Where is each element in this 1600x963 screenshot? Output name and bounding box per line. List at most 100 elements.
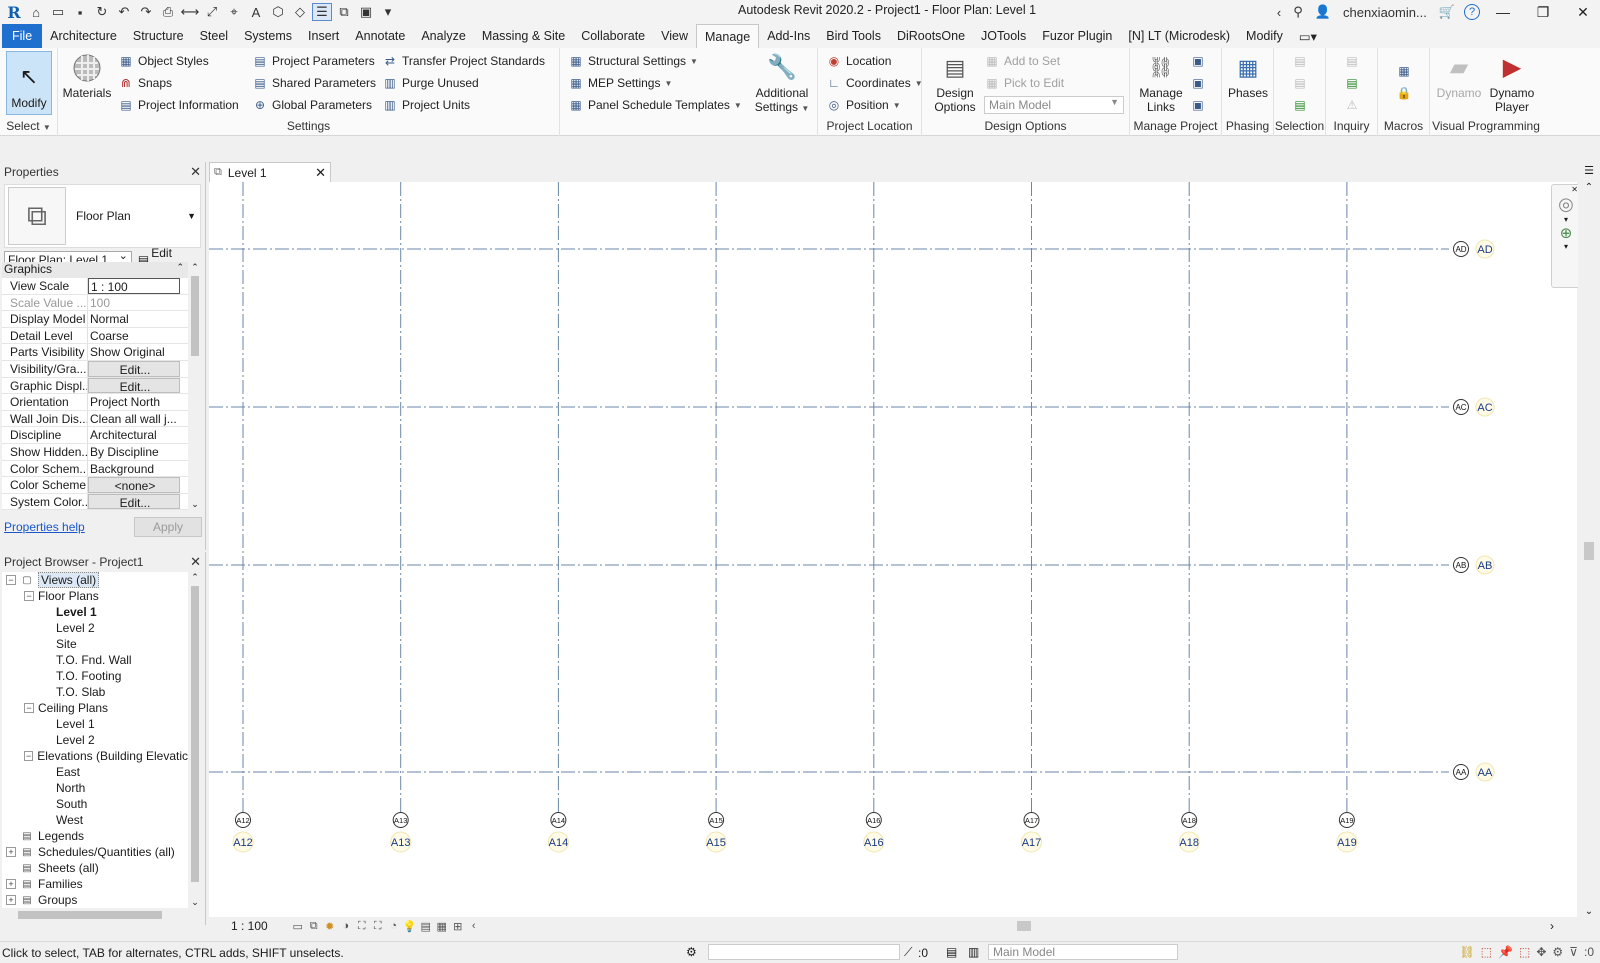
close-window-button[interactable]: ✕ bbox=[1566, 4, 1600, 21]
tree-node[interactable]: Level 1 bbox=[2, 604, 188, 620]
tab-n-lt-microdesk[interactable]: [N] LT (Microdesk) bbox=[1120, 24, 1238, 48]
tree-node[interactable]: − ▢ Views (all) bbox=[2, 572, 188, 588]
revit-logo[interactable]: R bbox=[4, 3, 24, 22]
collapse-icon[interactable]: − bbox=[24, 703, 34, 713]
expand-icon[interactable]: + bbox=[6, 879, 16, 889]
close-properties-icon[interactable]: ✕ bbox=[190, 164, 201, 180]
manage-images-button[interactable]: ▣ bbox=[1190, 52, 1206, 70]
tab-massing-site[interactable]: Massing & Site bbox=[474, 24, 573, 48]
modify-button[interactable]: ↖ Modify bbox=[6, 51, 52, 115]
select-by-face-icon[interactable]: ⬚ bbox=[1519, 945, 1530, 959]
tree-node[interactable]: West bbox=[2, 812, 188, 828]
mep-settings-button[interactable]: ▦ MEP Settings ▼ bbox=[568, 74, 672, 92]
highlight-displacement-icon[interactable]: ⊞ bbox=[450, 920, 466, 933]
project-information-button[interactable]: ▤ Project Information bbox=[118, 96, 238, 114]
select-underlay-icon[interactable]: ⬚ bbox=[1481, 945, 1492, 959]
ids-of-selection-button[interactable]: ▤ bbox=[1344, 52, 1360, 70]
measure-icon[interactable]: ⟷ bbox=[180, 3, 200, 21]
grid-tag-label[interactable]: A12 bbox=[233, 837, 253, 849]
tree-node[interactable]: − Ceiling Plans bbox=[2, 700, 188, 716]
cart-icon[interactable]: 🛒 bbox=[1436, 4, 1458, 20]
properties-help-link[interactable]: Properties help bbox=[4, 520, 85, 534]
global-parameters-button[interactable]: ⊕ Global Parameters bbox=[252, 96, 372, 114]
grid-tag-label[interactable]: AC bbox=[1477, 402, 1492, 414]
close-hidden-icon[interactable]: ⧉ bbox=[334, 3, 354, 21]
decal-types-button[interactable]: ▣ bbox=[1190, 96, 1206, 114]
property-value[interactable]: 1 : 100 bbox=[88, 278, 180, 294]
type-dropdown-icon[interactable]: ▼ bbox=[187, 211, 196, 221]
wheel-dropdown-icon[interactable]: ▾ bbox=[1552, 215, 1580, 224]
save-selection-button[interactable]: ▤ bbox=[1292, 52, 1308, 70]
browser-scrollbar[interactable]: ⌃ ⌄ bbox=[189, 572, 201, 908]
tree-node[interactable]: ▤ Legends bbox=[2, 828, 188, 844]
project-units-button[interactable]: ▥ Project Units bbox=[382, 96, 470, 114]
grid-tag-label[interactable]: A16 bbox=[864, 837, 884, 849]
dimension-icon[interactable]: ⤢ bbox=[202, 3, 222, 21]
user-icon[interactable]: 👤 bbox=[1312, 4, 1334, 20]
tab-structure[interactable]: Structure bbox=[125, 24, 192, 48]
additional-settings-button[interactable]: 🔧 Additional Settings ▼ bbox=[752, 52, 812, 116]
property-value[interactable]: By Discipline bbox=[88, 444, 188, 460]
exclude-options-icon[interactable]: ▥ bbox=[968, 945, 979, 959]
shared-parameters-button[interactable]: ▤ Shared Parameters bbox=[252, 74, 376, 92]
tab-analyze[interactable]: Analyze bbox=[413, 24, 473, 48]
contextual-tab-dropdown-icon[interactable]: ▭▾ bbox=[1291, 24, 1325, 48]
view-vscrollbar[interactable]: ⌃ ⌄ bbox=[1578, 182, 1600, 917]
tab-fuzor-plugin[interactable]: Fuzor Plugin bbox=[1034, 24, 1120, 48]
tab-manage[interactable]: Manage bbox=[696, 24, 760, 48]
workset-icon[interactable]: ⚙ bbox=[686, 945, 697, 959]
tab-dirootsone[interactable]: DiRootsOne bbox=[889, 24, 973, 48]
switch-windows-icon[interactable]: ▣ bbox=[356, 3, 376, 21]
collapse-icon[interactable]: − bbox=[6, 575, 16, 585]
collapse-icon[interactable]: − bbox=[24, 751, 34, 761]
visual-style-icon[interactable]: ⧉ bbox=[306, 920, 322, 933]
grid-tag-label[interactable]: AB bbox=[1478, 560, 1493, 572]
scroll-left-icon[interactable]: ‹ bbox=[466, 920, 482, 932]
undo-icon[interactable]: ↶ bbox=[114, 3, 134, 21]
purge-unused-button[interactable]: ▥ Purge Unused bbox=[382, 74, 478, 92]
tree-node[interactable]: Level 2 bbox=[2, 620, 188, 636]
tree-node[interactable]: − Elevations (Building Elevatic bbox=[2, 748, 188, 764]
temp-hide-icon[interactable]: ◔ bbox=[386, 920, 402, 932]
macro-security-button[interactable]: 🔒 bbox=[1396, 84, 1412, 102]
scroll-up-icon[interactable]: ⌃ bbox=[189, 572, 201, 583]
starting-view-button[interactable]: ▣ bbox=[1190, 74, 1206, 92]
reveal-hidden-icon[interactable]: 💡 bbox=[402, 920, 418, 933]
restore-button[interactable]: ❐ bbox=[1526, 4, 1560, 21]
section-icon[interactable]: ◇ bbox=[290, 3, 310, 21]
zoom-dropdown-icon[interactable]: ▾ bbox=[1552, 242, 1580, 251]
scroll-down-icon[interactable]: ⌄ bbox=[189, 897, 201, 908]
property-edit-button[interactable]: <none> bbox=[88, 477, 180, 493]
view-scale[interactable]: 1 : 100 bbox=[231, 919, 268, 933]
select-by-id-button[interactable]: ▤ bbox=[1344, 74, 1360, 92]
drag-elements-icon[interactable]: ✥ bbox=[1536, 945, 1546, 959]
property-value[interactable]: Show Original bbox=[88, 344, 188, 360]
design-options-button[interactable]: ▤ Design Options bbox=[932, 52, 978, 115]
edit-selection-button[interactable]: ▤ bbox=[1292, 96, 1308, 114]
detail-level-icon[interactable]: ▭ bbox=[290, 920, 306, 933]
structural-settings-button[interactable]: ▦ Structural Settings ▼ bbox=[568, 52, 698, 70]
close-tab-icon[interactable]: ✕ bbox=[315, 165, 326, 181]
tab-annotate[interactable]: Annotate bbox=[347, 24, 413, 48]
panel-schedule-templates-button[interactable]: ▦ Panel Schedule Templates ▼ bbox=[568, 96, 741, 114]
tree-node[interactable]: Level 1 bbox=[2, 716, 188, 732]
tree-node[interactable]: South bbox=[2, 796, 188, 812]
text-icon[interactable]: A bbox=[246, 3, 266, 21]
design-option-select[interactable]: Main Model ▼ bbox=[984, 96, 1124, 114]
sync-icon[interactable]: ↻ bbox=[92, 3, 112, 21]
expand-icon[interactable]: + bbox=[6, 895, 16, 905]
tab-file[interactable]: File bbox=[2, 24, 43, 48]
binoculars-icon[interactable]: ⚲ bbox=[1290, 4, 1306, 20]
tree-node[interactable]: T.O. Slab bbox=[2, 684, 188, 700]
view-hscroll-thumb[interactable] bbox=[1017, 921, 1031, 931]
tab-steel[interactable]: Steel bbox=[192, 24, 237, 48]
tree-node[interactable]: T.O. Fnd. Wall bbox=[2, 652, 188, 668]
tag-icon[interactable]: ⌖ bbox=[224, 3, 244, 21]
drawing-canvas[interactable]: AD AD AC AC AB AB AA AA A12 A12 A13 A13 A14 A14 A15 A15… bbox=[209, 182, 1577, 917]
design-options-status-icon[interactable]: ▤ bbox=[946, 945, 957, 959]
scroll-down-icon[interactable]: ⌄ bbox=[189, 499, 201, 510]
panel-title-select[interactable]: Select ▼ bbox=[0, 119, 57, 133]
scroll-right-icon[interactable]: › bbox=[1550, 919, 1554, 933]
snaps-button[interactable]: ⋒ Snaps bbox=[118, 74, 172, 92]
select-links-icon[interactable]: ⛓ bbox=[1459, 945, 1474, 959]
